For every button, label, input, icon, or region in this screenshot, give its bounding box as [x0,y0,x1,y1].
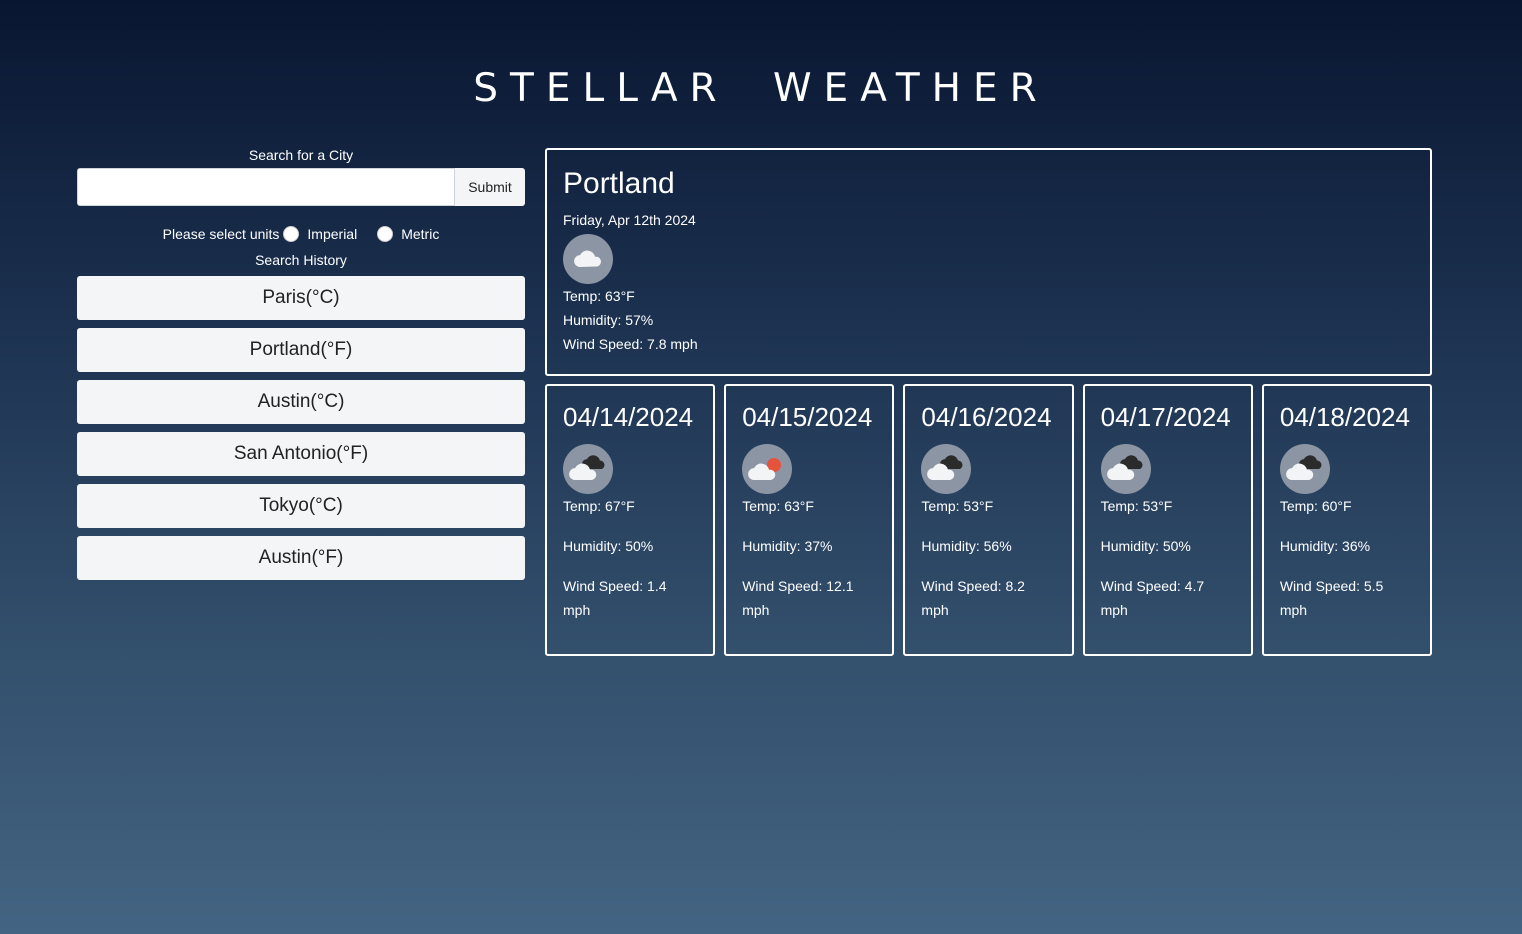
dark-clouds-icon [921,444,972,494]
search-row: Submit [77,168,525,206]
forecast-temp: Temp: 63°F [742,498,814,514]
forecast-wind: Wind Speed: 12.1 mph [742,578,854,618]
city-search-input[interactable] [77,168,455,206]
forecast-wind: Wind Speed: 8.2 mph [921,578,1025,618]
forecast-wind: Wind Speed: 4.7 mph [1100,578,1205,618]
forecast-row: 04/14/2024 Temp: 67°F Humidity: 50% Wind… [545,384,1433,656]
forecast-wind: Wind Speed: 5.5 mph [1279,578,1384,618]
forecast-humidity: Humidity: 36% [1279,538,1371,554]
forecast-humidity: Humidity: 50% [1100,538,1191,554]
cloud-icon [563,234,613,284]
search-history-label: Search History [255,252,347,268]
forecast-date: 04/18/2024 [1279,402,1410,432]
imperial-radio[interactable] [283,226,300,242]
forecast-humidity: Humidity: 37% [742,538,833,554]
history-item-austin-f[interactable]: Austin(°F) [77,536,525,580]
sidebar: Search for a City Submit Please select u… [77,146,525,588]
forecast-card: 04/18/2024 Temp: 60°F Humidity: 36% Wind… [1261,384,1433,656]
forecast-date: 04/14/2024 [563,402,694,432]
history-item-portland[interactable]: Portland(°F) [77,328,525,372]
history-item-paris[interactable]: Paris(°C) [77,276,525,320]
current-city: Portland [563,167,675,200]
dark-clouds-icon [563,444,613,494]
forecast-temp: Temp: 67°F [563,498,635,514]
submit-button[interactable]: Submit [455,168,525,206]
search-label: Search for a City [248,147,354,163]
forecast-wind: Wind Speed: 1.4 mph [563,578,667,618]
metric-label[interactable]: Metric [401,226,439,242]
history-item-austin-c[interactable]: Austin(°C) [77,380,525,424]
page-title: STELLAR WEATHER [473,66,1049,111]
forecast-temp: Temp: 53°F [1100,498,1173,514]
metric-radio[interactable] [377,226,394,242]
forecast-date: 04/15/2024 [742,402,873,432]
units-selector: Please select units Imperial Metric [77,224,525,244]
history-item-tokyo[interactable]: Tokyo(°C) [77,484,525,528]
history-item-san-antonio[interactable]: San Antonio(°F) [77,432,525,476]
dark-clouds-icon [1100,444,1151,494]
current-temp: Temp: 63°F [563,288,635,304]
forecast-humidity: Humidity: 56% [921,538,1012,554]
forecast-date: 04/17/2024 [1100,402,1231,432]
forecast-card: 04/15/2024 Temp: 63°F Humidity: 37% Wind… [724,384,895,656]
dark-clouds-icon [1279,444,1330,494]
cloud-sun-icon [742,444,793,494]
current-weather-card: Portland Friday, Apr 12th 2024 Temp: 63°… [545,148,1432,376]
forecast-card: 04/17/2024 Temp: 53°F Humidity: 50% Wind… [1082,384,1253,656]
forecast-temp: Temp: 53°F [921,498,994,514]
forecast-card: 04/14/2024 Temp: 67°F Humidity: 50% Wind… [545,384,716,656]
current-date: Friday, Apr 12th 2024 [563,212,696,228]
current-humidity: Humidity: 57% [563,312,654,328]
imperial-label[interactable]: Imperial [307,226,357,242]
forecast-date: 04/16/2024 [921,402,1052,432]
forecast-card: 04/16/2024 Temp: 53°F Humidity: 56% Wind… [903,384,1074,656]
current-wind: Wind Speed: 7.8 mph [563,336,698,352]
forecast-humidity: Humidity: 50% [563,538,654,554]
search-history-list: Paris(°C) Portland(°F) Austin(°C) San An… [77,276,525,580]
units-prompt: Please select units [162,226,280,242]
forecast-temp: Temp: 60°F [1279,498,1352,514]
